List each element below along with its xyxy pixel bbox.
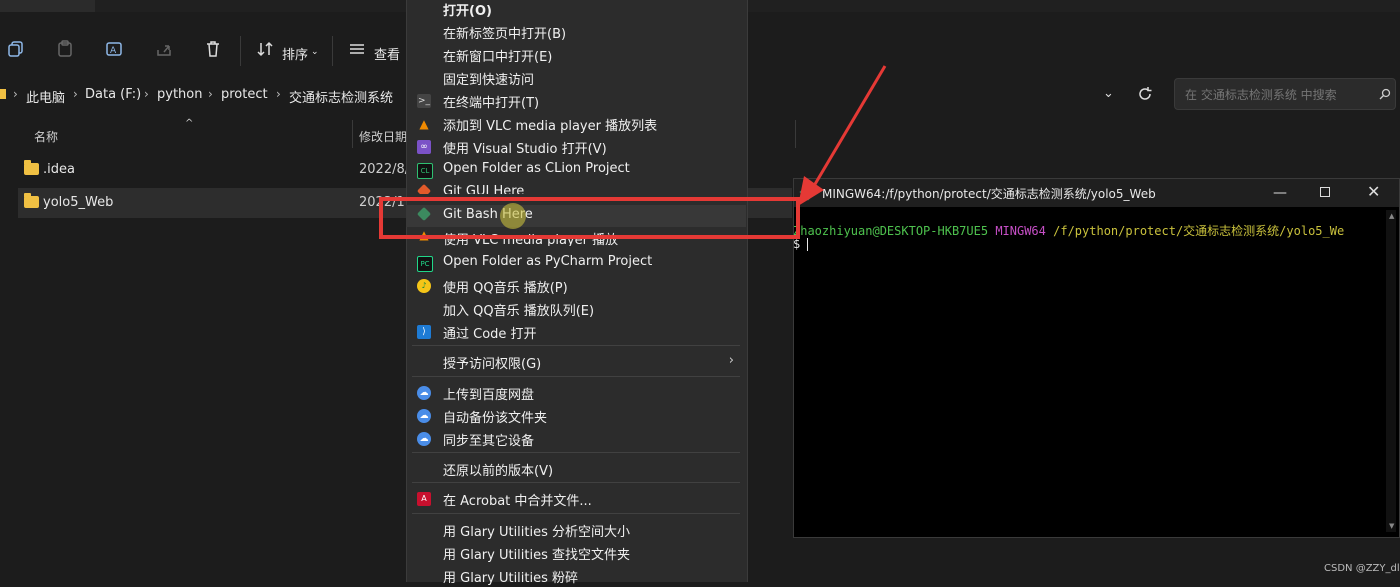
chevron-right-icon: ›	[728, 353, 734, 368]
terminal-scrollbar[interactable]: ▲ ▼	[1386, 210, 1396, 532]
vlc-icon: ▲	[419, 117, 429, 131]
pycharm-icon: PC	[417, 256, 433, 272]
terminal-shell: MINGW64	[995, 224, 1046, 238]
menu-item-open-terminal[interactable]: >_ 在终端中打开(T)	[406, 90, 746, 112]
menu-item-acrobat-combine[interactable]: A在 Acrobat 中合并文件...	[406, 488, 746, 510]
terminal-cursor	[807, 238, 809, 251]
menu-item-open-new-window[interactable]: 在新窗口中打开(E)	[406, 44, 746, 66]
terminal-path: /f/python/protect/交通标志检测系统/yolo5_We	[1053, 224, 1345, 238]
visual-studio-icon: ∞	[417, 140, 431, 154]
close-button[interactable]: ✕	[1367, 182, 1380, 201]
sort-button[interactable]: 排序	[282, 44, 308, 63]
terminal-input-line[interactable]: $	[793, 237, 809, 251]
folder-icon	[24, 160, 39, 175]
menu-item-baidu-sync[interactable]: ☁ 同步至其它设备	[406, 428, 746, 450]
acrobat-icon: A	[417, 492, 431, 506]
file-row[interactable]: .idea 2022/8/	[18, 155, 410, 185]
terminal-user: Zhaozhiyuan@DESKTOP-HKB7UE5	[793, 224, 989, 238]
menu-item-grant-access[interactable]: 授予访问权限(G) ›	[406, 351, 746, 373]
menu-item-glary-analyze[interactable]: 用 Glary Utilities 分析空间大小	[406, 519, 746, 541]
file-row-selected[interactable]: yolo5_Web 2022/11	[18, 188, 423, 218]
file-name: yolo5_Web	[43, 195, 114, 210]
sort-icon[interactable]	[256, 40, 274, 58]
file-date: 2022/8/	[359, 162, 409, 177]
chevron-down-icon[interactable]: ⌄	[1103, 86, 1114, 101]
menu-item-visual-studio[interactable]: ∞ 使用 Visual Studio 打开(V)	[406, 136, 746, 158]
menu-item-baidu-upload[interactable]: ☁ 上传到百度网盘	[406, 382, 746, 404]
clion-icon: CL	[417, 163, 433, 179]
svg-text:A: A	[110, 46, 117, 56]
search-input[interactable]	[1183, 85, 1377, 105]
minimize-button[interactable]: —	[1273, 185, 1287, 201]
menu-item-qq-music-queue[interactable]: 加入 QQ音乐 播放队列(E)	[406, 298, 746, 320]
breadcrumb-1[interactable]: Data (F:)	[85, 87, 141, 102]
menu-item-pycharm[interactable]: PC Open Folder as PyCharm Project	[406, 252, 746, 274]
menu-item-glary-shred[interactable]: 用 Glary Utilities 粉碎	[406, 565, 746, 587]
watermark: CSDN @ZZY_dl	[1324, 563, 1400, 574]
breadcrumb-0[interactable]: 此电脑	[26, 87, 65, 106]
menu-item-vlc-playlist[interactable]: ▲ 添加到 VLC media player 播放列表	[406, 113, 746, 135]
rename-icon[interactable]: A	[105, 40, 123, 58]
terminal-prompt-line: Zhaozhiyuan@DESKTOP-HKB7UE5 MINGW64 /f/p…	[793, 222, 1383, 239]
delete-icon[interactable]	[204, 40, 222, 58]
baidu-netdisk-icon: ☁	[417, 409, 431, 423]
menu-item-glary-empty-folders[interactable]: 用 Glary Utilities 查找空文件夹	[406, 542, 746, 564]
copy-icon[interactable]	[7, 40, 25, 58]
menu-item-baidu-backup[interactable]: ☁ 自动备份该文件夹	[406, 405, 746, 427]
annotation-arrow	[798, 65, 887, 206]
paste-icon[interactable]	[56, 40, 74, 58]
menu-item-clion[interactable]: CL Open Folder as CLion Project	[406, 159, 746, 181]
folder-icon	[24, 193, 39, 208]
menu-item-open[interactable]: 打开(O)	[406, 0, 746, 20]
terminal-icon: >_	[417, 94, 431, 108]
git-gui-icon	[416, 183, 432, 194]
qq-music-icon: ♪	[417, 279, 431, 293]
maximize-button[interactable]	[1320, 187, 1330, 197]
chevron-down-icon: ⌄	[311, 47, 319, 57]
column-header-name[interactable]: 名称	[34, 128, 58, 145]
annotation-highlight-box	[379, 197, 800, 239]
refresh-icon[interactable]	[1137, 86, 1153, 102]
menu-item-pin-quick-access[interactable]: 固定到快速访问	[406, 67, 746, 89]
view-icon[interactable]	[348, 40, 366, 58]
sort-up-icon: ^	[185, 118, 194, 129]
search-icon[interactable]	[1379, 88, 1391, 100]
menu-item-open-new-tab[interactable]: 在新标签页中打开(B)	[406, 21, 746, 43]
menu-item-vscode[interactable]: ⟩ 通过 Code 打开	[406, 321, 746, 343]
view-button[interactable]: 查看	[374, 44, 400, 63]
column-header-modified[interactable]: 修改日期	[359, 128, 406, 145]
baidu-netdisk-icon: ☁	[417, 432, 431, 446]
baidu-netdisk-icon: ☁	[417, 386, 431, 400]
drive-folder-icon	[0, 89, 6, 99]
breadcrumb-3[interactable]: protect	[221, 87, 268, 102]
share-icon[interactable]	[155, 40, 173, 58]
menu-item-qq-music-play[interactable]: ♪ 使用 QQ音乐 播放(P)	[406, 275, 746, 297]
file-name: .idea	[43, 162, 75, 177]
breadcrumb-4[interactable]: 交通标志检测系统	[289, 87, 393, 106]
menu-item-git-gui[interactable]: Git GUI Here	[406, 182, 746, 194]
explorer-tab[interactable]	[0, 0, 95, 12]
search-box[interactable]	[1174, 78, 1396, 110]
vscode-icon: ⟩	[417, 325, 431, 339]
breadcrumb-2[interactable]: python	[157, 87, 202, 102]
terminal-prompt: $	[793, 237, 801, 251]
menu-item-restore-versions[interactable]: 还原以前的版本(V)	[406, 458, 746, 480]
